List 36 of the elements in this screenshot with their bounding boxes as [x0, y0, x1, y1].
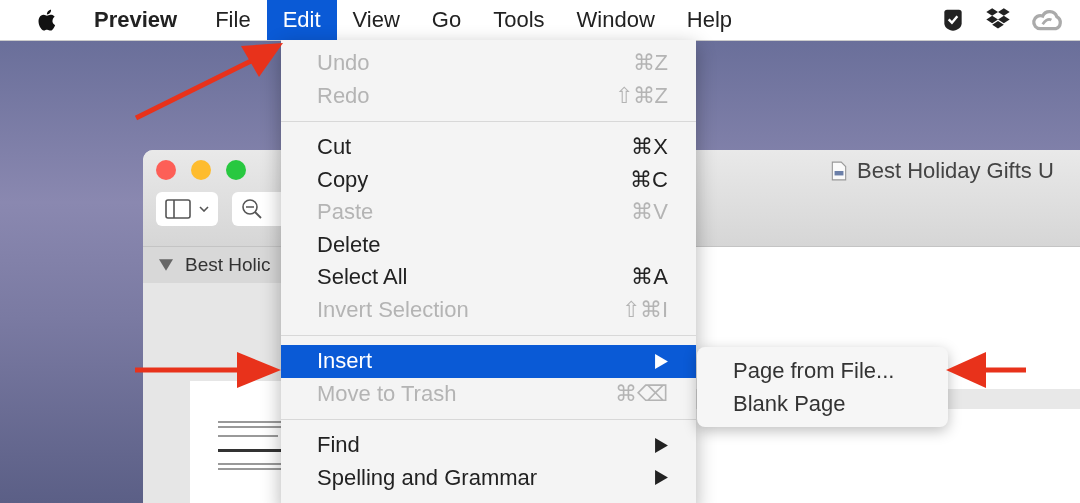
menu-bar-item[interactable]: Go [415, 0, 478, 40]
app-menu[interactable]: Preview [94, 7, 178, 33]
keyboard-shortcut: ⌘C [630, 167, 668, 192]
document-icon [831, 161, 847, 181]
disclosure-triangle-icon[interactable] [159, 259, 173, 271]
keyboard-shortcut: ⇧⌘Z [614, 83, 668, 108]
menu-item[interactable]: Delete [281, 228, 696, 261]
keyboard-shortcut: ⌘X [631, 135, 668, 160]
menu-bar-item[interactable]: File [199, 0, 267, 40]
close-button[interactable] [156, 160, 176, 180]
submenu-item[interactable]: Page from File... [697, 354, 948, 387]
menu-bar-item[interactable]: Window [560, 0, 671, 40]
sidebar-icon [165, 199, 193, 219]
menu-bar-item[interactable]: View [336, 0, 416, 40]
keyboard-shortcut: ⌘Z [632, 51, 668, 76]
menu-item[interactable]: Insert [281, 345, 696, 378]
keyboard-shortcut: ⌘A [631, 265, 668, 290]
chevron-down-icon [199, 206, 209, 212]
menu-item[interactable]: Select All ⌘A [281, 261, 696, 294]
menu-bar-item[interactable]: Tools [477, 0, 561, 40]
creative-cloud-icon[interactable] [1030, 8, 1064, 32]
zoom-out-icon [241, 198, 263, 220]
apple-logo-icon[interactable] [36, 8, 56, 32]
menu-item[interactable]: Cut ⌘X [281, 131, 696, 164]
menu-item[interactable]: Spelling and Grammar [281, 461, 696, 494]
submenu-item[interactable]: Blank Page [697, 387, 948, 420]
menu-item[interactable]: Find [281, 429, 696, 462]
keyboard-shortcut: ⌘V [631, 200, 668, 225]
sidebar-toggle-button[interactable] [156, 192, 218, 226]
keyboard-shortcut: ⇧⌘I [621, 297, 668, 322]
menu-item[interactable]: Copy ⌘C [281, 163, 696, 196]
window-title-text: Best Holiday Gifts U [857, 158, 1054, 184]
sidebar-document-name[interactable]: Best Holic [185, 254, 271, 276]
keyboard-shortcut: ⌘⌫ [615, 381, 668, 406]
menu-bar-item[interactable]: Help [670, 0, 749, 40]
menu-bar-item[interactable]: Edit [266, 0, 337, 40]
